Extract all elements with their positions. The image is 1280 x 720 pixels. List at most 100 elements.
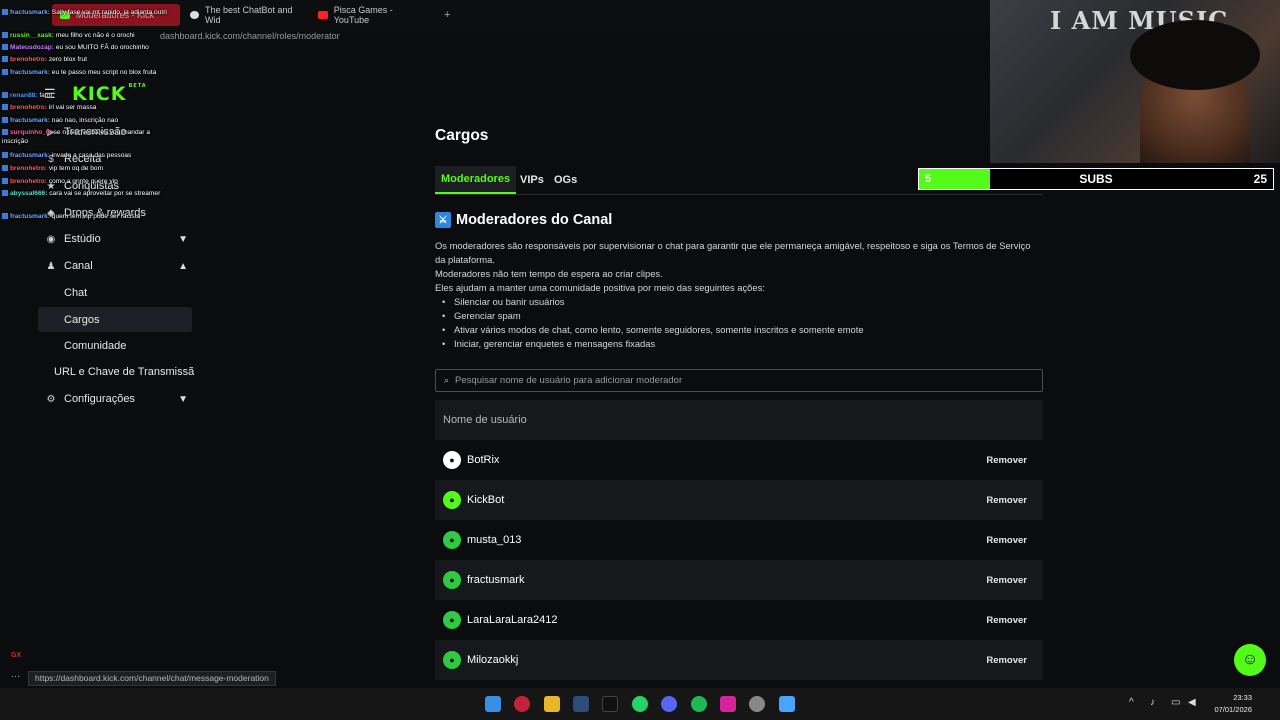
tab-moderadores[interactable]: Moderadores bbox=[435, 166, 517, 194]
steam-icon[interactable] bbox=[573, 696, 589, 712]
new-tab-button[interactable]: + bbox=[436, 4, 458, 26]
sidebar-item-estudio[interactable]: ◉ Estúdio ▼ bbox=[38, 227, 192, 251]
chat-username: fractusmark: bbox=[10, 9, 50, 16]
notepad-icon[interactable] bbox=[779, 696, 795, 712]
gx-label: GX bbox=[11, 652, 22, 659]
whatsapp-icon[interactable] bbox=[632, 696, 648, 712]
chat-username: fractusmark: bbox=[10, 152, 50, 159]
instagram-icon[interactable] bbox=[720, 696, 736, 712]
section-title: ⚔ Moderadores do Canal bbox=[435, 212, 612, 228]
sidebar-item-stream-key[interactable]: URL e Chave de Transmissã bbox=[54, 366, 194, 378]
username: KickBot bbox=[467, 494, 505, 506]
search-input[interactable] bbox=[455, 375, 1016, 386]
table-row: ● musta_013 Remover bbox=[435, 520, 1043, 560]
discord-icon[interactable] bbox=[661, 696, 677, 712]
chat-text: eu te passo meu script no blox fruta bbox=[51, 69, 157, 76]
action-item: Ativar vários modos de chat, como lento,… bbox=[435, 323, 1035, 337]
table-body: ● BotRix Remover ● KickBot Remover ● musta_013 R… bbox=[435, 440, 1043, 680]
chat-message: brenohetro: irl vai ser massa bbox=[2, 103, 170, 112]
avatar-icon: ● bbox=[443, 571, 461, 589]
spotify-icon[interactable] bbox=[691, 696, 707, 712]
chat-text: como a gnnte quere vip bbox=[48, 178, 118, 185]
tab-youtube[interactable]: Pisca Games - YouTube bbox=[310, 4, 436, 26]
network-icon[interactable]: ▭ bbox=[1171, 697, 1180, 708]
badge-icon bbox=[2, 9, 8, 16]
sword-icon: ⚔ bbox=[435, 212, 451, 228]
sidebar-item-configuracoes[interactable]: ⚙ Configurações ▼ bbox=[38, 387, 192, 411]
username: fractusmark bbox=[467, 574, 525, 586]
chat-username: surquinho_0: bbox=[10, 129, 52, 136]
chat-text: eu sou MUITO FÃ do orochinho bbox=[55, 44, 149, 51]
chat-message: fractusmark: invade a casa das pessoas bbox=[2, 151, 170, 160]
chat-username: brenohetro: bbox=[10, 56, 47, 63]
chat-text: cara vai se aproveitar por se streamer bbox=[49, 190, 161, 197]
chat-username: brenohetro: bbox=[10, 165, 47, 172]
remove-button[interactable]: Remover bbox=[986, 495, 1027, 506]
description-line: Eles ajudam a manter uma comunidade posi… bbox=[435, 282, 765, 293]
chat-message: fractusmark: nao nao, inscrição nao bbox=[2, 116, 170, 125]
tiktok-icon[interactable] bbox=[602, 696, 618, 712]
users-icon: ♟ bbox=[46, 260, 56, 272]
badge-icon bbox=[2, 92, 8, 99]
windows-start-icon[interactable] bbox=[485, 696, 501, 712]
opera-gx-icon[interactable] bbox=[514, 696, 530, 712]
chat-username: brenohetro: bbox=[10, 104, 47, 111]
chat-message: brenohetro: como a gnnte quere vip bbox=[2, 177, 170, 186]
tab-vips[interactable]: VIPs bbox=[514, 166, 550, 194]
username: LaraLaraLara2412 bbox=[467, 614, 558, 626]
sidebar-item-chat[interactable]: Chat bbox=[38, 280, 192, 305]
table-row: ● KickBot Remover bbox=[435, 480, 1043, 520]
badge-icon bbox=[2, 104, 8, 111]
chat-username: Mateusdozap: bbox=[10, 44, 54, 51]
remove-button[interactable]: Remover bbox=[986, 655, 1027, 666]
chat-text: zero blox frut bbox=[48, 56, 87, 63]
chat-message: russin__xask: meu filho vc não é o oroch… bbox=[2, 31, 170, 40]
volume-icon[interactable]: ◀ bbox=[1188, 697, 1196, 708]
description-line: Moderadores não tem tempo de espera ao c… bbox=[435, 268, 663, 279]
table-header: Nome de usuário bbox=[435, 400, 1043, 440]
table-row: ● fractusmark Remover bbox=[435, 560, 1043, 600]
system-clock[interactable]: 23:33 07/01/2026 bbox=[1206, 692, 1252, 716]
windows-taskbar: ^ ♪ ▭ ◀ 23:33 07/01/2026 bbox=[0, 688, 1280, 720]
subs-label: SUBS bbox=[1079, 172, 1113, 186]
tab-chatbot[interactable]: The best ChatBot and Wid bbox=[182, 4, 308, 26]
chat-message: renan88: farm bbox=[2, 91, 170, 100]
studio-icon: ◉ bbox=[46, 233, 56, 245]
chat-message: fractusmark: quem tem vip pode ser racis… bbox=[2, 212, 170, 221]
badge-icon bbox=[2, 129, 8, 136]
badge-icon bbox=[2, 152, 8, 159]
avatar-icon: ● bbox=[443, 611, 461, 629]
chevron-down-icon: ▼ bbox=[178, 393, 188, 405]
sidebar-item-comunidade[interactable]: Comunidade bbox=[38, 333, 192, 358]
chat-username: fractusmark: bbox=[10, 69, 50, 76]
moderator-search: ⌕ bbox=[435, 369, 1043, 392]
chat-text: vip tem oq de bom bbox=[48, 165, 104, 172]
tray-chevron-up-icon[interactable]: ^ bbox=[1129, 697, 1134, 708]
remove-button[interactable]: Remover bbox=[986, 575, 1027, 586]
chatbot-favicon-icon bbox=[190, 11, 199, 19]
remove-button[interactable]: Remover bbox=[986, 455, 1027, 466]
tab-ogs[interactable]: OGs bbox=[548, 166, 583, 194]
file-explorer-icon[interactable] bbox=[544, 696, 560, 712]
chat-text: invade a casa das pessoas bbox=[51, 152, 132, 159]
badge-icon bbox=[2, 178, 8, 185]
obs-icon[interactable] bbox=[749, 696, 765, 712]
remove-button[interactable]: Remover bbox=[986, 535, 1027, 546]
moderators-table: Nome de usuário ● BotRix Remover ● KickBot Re… bbox=[435, 400, 1043, 680]
action-item: Silenciar ou banir usuários bbox=[435, 295, 1035, 309]
avatar-icon: ● bbox=[443, 491, 461, 509]
more-icon[interactable]: ⋯ bbox=[11, 671, 20, 682]
chat-text: nao nao, inscrição nao bbox=[51, 117, 119, 124]
action-item: Iniciar, gerenciar enquetes e mensagens … bbox=[435, 337, 1035, 351]
subs-goal: 25 bbox=[1253, 172, 1267, 186]
username: musta_013 bbox=[467, 534, 522, 546]
page-title: Cargos bbox=[435, 127, 489, 144]
sidebar-item-cargos[interactable]: Cargos bbox=[38, 307, 192, 332]
address-bar[interactable]: dashboard.kick.com/channel/roles/moderat… bbox=[160, 31, 340, 41]
chat-message: abyssal666: cara vai se aproveitar por s… bbox=[2, 189, 170, 198]
microphone-icon[interactable]: ♪ bbox=[1150, 697, 1155, 708]
sidebar-item-canal[interactable]: ♟ Canal ▲ bbox=[38, 254, 192, 278]
remove-button[interactable]: Remover bbox=[986, 615, 1027, 626]
chat-message: fractusmark: eu te passo meu script no b… bbox=[2, 68, 170, 77]
help-chat-button[interactable]: ☺ bbox=[1234, 644, 1266, 676]
